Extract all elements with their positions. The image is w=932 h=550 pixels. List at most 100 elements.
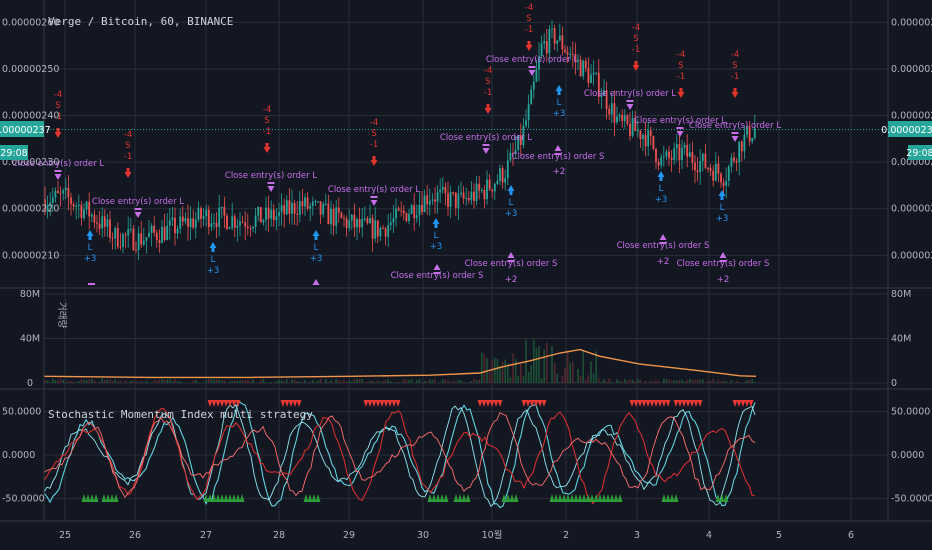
volume-bar bbox=[195, 379, 197, 383]
candle-body bbox=[389, 222, 392, 226]
candle-body bbox=[371, 218, 374, 239]
volume-bar bbox=[72, 381, 75, 383]
candle-body bbox=[72, 203, 75, 207]
close-qty-label: +2 bbox=[505, 275, 518, 285]
candle-body bbox=[343, 217, 345, 219]
volume-bar bbox=[213, 379, 215, 383]
candle-body bbox=[610, 103, 613, 115]
volume-bar bbox=[236, 380, 239, 383]
candle-body bbox=[545, 41, 548, 54]
volume-bar bbox=[423, 380, 426, 383]
candle-body bbox=[103, 216, 106, 227]
volume-bar bbox=[551, 346, 553, 383]
candle-body bbox=[553, 28, 556, 44]
price-tick-left: 0.00000220 bbox=[2, 204, 59, 215]
volume-bar bbox=[247, 379, 249, 383]
candle-body bbox=[80, 204, 83, 219]
volume-bar bbox=[611, 381, 613, 383]
volume-bar bbox=[228, 381, 231, 383]
chart-canvas[interactable]: -4S-1-4S-1-4S-1-4S-1-4S-1-4S-1 -4S-1 -4S-1… bbox=[0, 0, 932, 550]
svg-text:29:08: 29:08 bbox=[906, 148, 932, 159]
volume-bar bbox=[169, 379, 171, 383]
volume-bar bbox=[442, 379, 444, 383]
candle-body bbox=[129, 228, 132, 230]
candle-body bbox=[233, 216, 236, 228]
candle-body bbox=[465, 197, 468, 199]
volume-bar bbox=[533, 339, 535, 383]
candle-body bbox=[291, 202, 293, 214]
volume-bar bbox=[403, 378, 405, 383]
volume-bar bbox=[730, 380, 733, 383]
volume-tick-right: 0 bbox=[891, 378, 897, 389]
candle-body bbox=[181, 216, 184, 222]
long-signal-label: L bbox=[88, 243, 93, 253]
candle-body bbox=[137, 233, 140, 251]
short-signal-label: S bbox=[125, 141, 130, 151]
volume-bar bbox=[426, 381, 428, 383]
short-signal-label: -4 bbox=[632, 23, 640, 33]
volume-bar bbox=[83, 380, 85, 383]
short-signal-label: S bbox=[678, 61, 683, 71]
candle-body bbox=[348, 220, 351, 228]
volume-bar bbox=[384, 380, 387, 383]
candle-body bbox=[54, 190, 57, 198]
candle-body bbox=[454, 192, 457, 208]
volume-bar bbox=[317, 380, 319, 383]
candle-body bbox=[353, 214, 356, 228]
volume-bar bbox=[143, 382, 145, 383]
short-signal-label: -1 bbox=[124, 152, 132, 162]
price-tick-left: 0.00000210 bbox=[2, 250, 59, 261]
volume-bar bbox=[585, 379, 587, 383]
volume-bar bbox=[455, 381, 457, 383]
candle-body bbox=[460, 192, 462, 195]
volume-bar bbox=[330, 380, 332, 383]
volume-bar bbox=[408, 380, 410, 383]
close-bar-icon bbox=[676, 127, 684, 129]
volume-bar bbox=[564, 367, 566, 383]
volume-bar bbox=[312, 380, 314, 383]
volume-bar bbox=[62, 379, 64, 383]
close-bar-icon bbox=[88, 283, 95, 285]
candle-body bbox=[673, 148, 676, 160]
candle-body bbox=[335, 207, 338, 226]
short-signal-label: S bbox=[485, 77, 490, 87]
volume-bar bbox=[319, 378, 322, 383]
candle-body bbox=[720, 173, 722, 183]
smi-tick-left: -50.0000 bbox=[2, 493, 45, 504]
candle-body bbox=[122, 234, 124, 248]
candle-body bbox=[548, 29, 551, 54]
close-bar-icon bbox=[54, 170, 62, 172]
x-tick-label: 25 bbox=[59, 530, 71, 541]
candle-body bbox=[153, 225, 156, 233]
volume-tick-left: 0 bbox=[27, 378, 33, 389]
volume-bar bbox=[379, 381, 382, 383]
volume-bar bbox=[509, 377, 512, 383]
svg-text:29:08: 29:08 bbox=[0, 148, 27, 159]
candle-body bbox=[379, 228, 382, 237]
volume-bar bbox=[501, 361, 504, 383]
volume-bar bbox=[499, 366, 501, 383]
volume-bar bbox=[241, 380, 244, 383]
volume-bar bbox=[397, 381, 400, 383]
candle-body bbox=[241, 221, 244, 223]
candle-body bbox=[668, 151, 670, 158]
volume-bar bbox=[137, 382, 140, 383]
candle-body bbox=[434, 199, 436, 202]
candle-body bbox=[163, 226, 166, 240]
volume-tick-left: 80M bbox=[20, 289, 40, 300]
volume-bar bbox=[345, 381, 348, 383]
candle-body bbox=[200, 208, 202, 219]
candle-body bbox=[613, 103, 616, 123]
volume-bar bbox=[460, 380, 462, 383]
candle-body bbox=[662, 156, 665, 158]
volume-bar bbox=[527, 372, 530, 383]
volume-bar bbox=[746, 380, 748, 383]
volume-bar bbox=[626, 380, 629, 383]
candle-body bbox=[709, 168, 712, 171]
volume-bar bbox=[447, 380, 449, 383]
volume-bar bbox=[192, 380, 194, 383]
candle-body bbox=[699, 160, 702, 173]
candle-body bbox=[231, 216, 234, 228]
candle-body bbox=[683, 144, 686, 148]
volume-bar bbox=[668, 379, 670, 383]
